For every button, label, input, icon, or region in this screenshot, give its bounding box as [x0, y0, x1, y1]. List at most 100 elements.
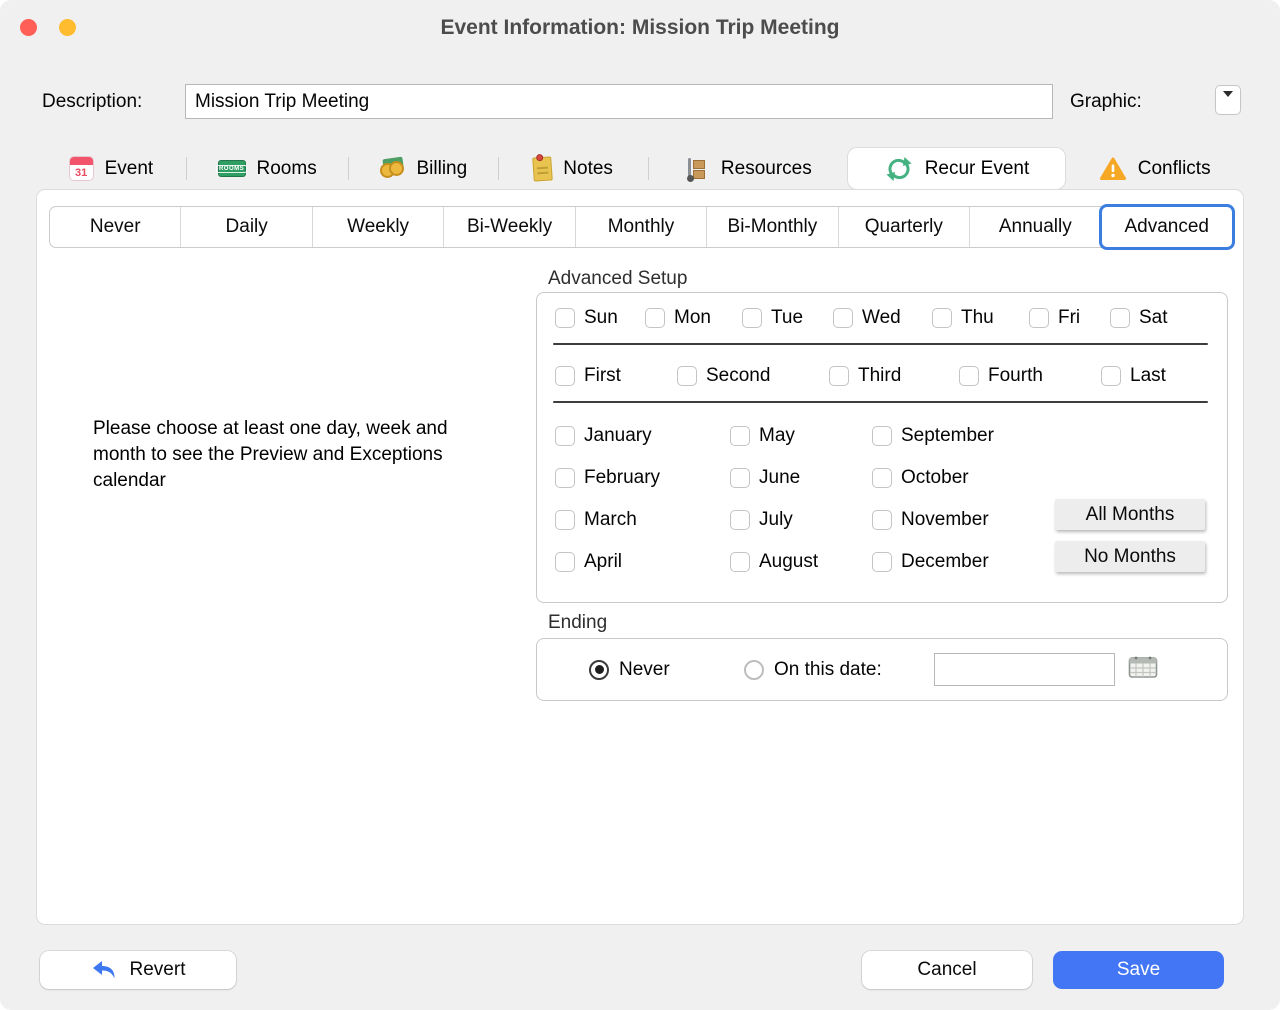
month-checkbox-june[interactable]: June: [730, 467, 800, 489]
month-checkbox-november[interactable]: November: [872, 509, 989, 531]
checkbox-box[interactable]: [872, 426, 892, 446]
tab-rooms[interactable]: ROOMS Rooms: [186, 148, 349, 189]
revert-button-label: Revert: [130, 959, 186, 981]
tab-conflicts[interactable]: Conflicts: [1065, 148, 1244, 189]
no-months-button[interactable]: No Months: [1055, 541, 1205, 572]
checkbox-box[interactable]: [555, 308, 575, 328]
checkbox-label: August: [759, 551, 818, 573]
ending-never-radio[interactable]: Never: [589, 639, 670, 700]
advanced-setup-title: Advanced Setup: [548, 268, 687, 290]
description-label: Description:: [42, 91, 142, 113]
tab-notes[interactable]: Notes: [498, 148, 648, 189]
month-checkbox-december[interactable]: December: [872, 551, 989, 573]
month-checkbox-august[interactable]: August: [730, 551, 818, 573]
checkbox-box[interactable]: [555, 552, 575, 572]
checkbox-box[interactable]: [730, 468, 750, 488]
week-checkbox-last[interactable]: Last: [1101, 365, 1166, 387]
day-checkbox-tue[interactable]: Tue: [742, 307, 803, 329]
tab-monthly[interactable]: Monthly: [575, 207, 706, 247]
month-checkbox-january[interactable]: January: [555, 425, 652, 447]
week-checkbox-third[interactable]: Third: [829, 365, 901, 387]
tab-annually[interactable]: Annually: [969, 207, 1100, 247]
checkbox-box[interactable]: [730, 510, 750, 530]
checkbox-box[interactable]: [555, 468, 575, 488]
ending-on-date-radio[interactable]: On this date:: [744, 639, 882, 700]
checkbox-box[interactable]: [833, 308, 853, 328]
checkbox-box[interactable]: [1101, 366, 1121, 386]
checkbox-label: Third: [858, 365, 901, 387]
tab-bi-monthly[interactable]: Bi-Monthly: [706, 207, 837, 247]
radio-button[interactable]: [744, 660, 764, 680]
checkbox-box[interactable]: [959, 366, 979, 386]
chevron-down-icon: [1223, 91, 1233, 97]
ending-date-input[interactable]: [934, 653, 1115, 686]
tab-event[interactable]: 31 Event: [36, 148, 186, 189]
checkbox-box[interactable]: [555, 366, 575, 386]
tab-weekly[interactable]: Weekly: [312, 207, 443, 247]
month-checkbox-july[interactable]: July: [730, 509, 793, 531]
week-checkbox-first[interactable]: First: [555, 365, 621, 387]
all-months-button[interactable]: All Months: [1055, 499, 1205, 530]
close-window-button[interactable]: [20, 19, 37, 36]
day-checkbox-mon[interactable]: Mon: [645, 307, 711, 329]
radio-dot: [595, 665, 604, 674]
recurrence-tab-bar: Never Daily Weekly Bi-Weekly Monthly Bi-…: [49, 206, 1233, 248]
tab-daily[interactable]: Daily: [180, 207, 311, 247]
checkbox-label: Sat: [1139, 307, 1168, 329]
month-checkbox-september[interactable]: September: [872, 425, 994, 447]
checkbox-label: Fourth: [988, 365, 1043, 387]
tab-resources[interactable]: Resources: [648, 148, 848, 189]
checkbox-box[interactable]: [645, 308, 665, 328]
month-checkbox-march[interactable]: March: [555, 509, 637, 531]
tab-advanced[interactable]: Advanced: [1101, 207, 1232, 247]
tab-recur-event[interactable]: Recur Event: [848, 148, 1066, 189]
week-checkbox-fourth[interactable]: Fourth: [959, 365, 1043, 387]
checkbox-box[interactable]: [872, 552, 892, 572]
tab-never[interactable]: Never: [50, 207, 180, 247]
coin-shape: [389, 161, 404, 176]
checkbox-label: December: [901, 551, 989, 573]
main-tab-bar: 31 Event ROOMS Rooms Billing Notes: [36, 148, 1244, 189]
note-line: [538, 171, 549, 174]
checkbox-box[interactable]: [872, 468, 892, 488]
checkbox-label: June: [759, 467, 800, 489]
checkbox-box[interactable]: [932, 308, 952, 328]
day-checkbox-thu[interactable]: Thu: [932, 307, 994, 329]
minimize-window-button[interactable]: [59, 19, 76, 36]
tab-quarterly[interactable]: Quarterly: [838, 207, 969, 247]
month-checkbox-april[interactable]: April: [555, 551, 622, 573]
day-checkbox-fri[interactable]: Fri: [1029, 307, 1080, 329]
rooms-sign-icon-text: ROOMS: [216, 165, 247, 173]
checkbox-box[interactable]: [730, 426, 750, 446]
cancel-button[interactable]: Cancel: [862, 951, 1032, 989]
checkbox-label: Sun: [584, 307, 618, 329]
checkbox-box[interactable]: [730, 552, 750, 572]
revert-button[interactable]: Revert: [40, 951, 236, 989]
checkbox-box[interactable]: [555, 426, 575, 446]
checkbox-box[interactable]: [742, 308, 762, 328]
checkbox-box[interactable]: [677, 366, 697, 386]
day-checkbox-sat[interactable]: Sat: [1110, 307, 1168, 329]
graphic-dropdown-button[interactable]: [1215, 85, 1241, 115]
tab-billing[interactable]: Billing: [348, 148, 498, 189]
checkbox-box[interactable]: [1110, 308, 1130, 328]
checkbox-label: January: [584, 425, 652, 447]
radio-button-selected[interactable]: [589, 660, 609, 680]
checkbox-box[interactable]: [829, 366, 849, 386]
month-checkbox-may[interactable]: May: [730, 425, 795, 447]
month-checkbox-february[interactable]: February: [555, 467, 660, 489]
checkbox-box[interactable]: [872, 510, 892, 530]
save-button[interactable]: Save: [1053, 951, 1224, 989]
day-checkbox-wed[interactable]: Wed: [833, 307, 901, 329]
week-checkbox-second[interactable]: Second: [677, 365, 770, 387]
date-picker-calendar-icon[interactable]: [1127, 654, 1159, 680]
description-input[interactable]: [185, 84, 1053, 119]
month-checkbox-october[interactable]: October: [872, 467, 969, 489]
checkbox-label: November: [901, 509, 989, 531]
checkbox-box[interactable]: [1029, 308, 1049, 328]
checkbox-box[interactable]: [555, 510, 575, 530]
tab-bi-weekly[interactable]: Bi-Weekly: [443, 207, 574, 247]
day-checkbox-sun[interactable]: Sun: [555, 307, 618, 329]
coins-icon: [380, 156, 406, 181]
tab-conflicts-label: Conflicts: [1138, 158, 1211, 180]
